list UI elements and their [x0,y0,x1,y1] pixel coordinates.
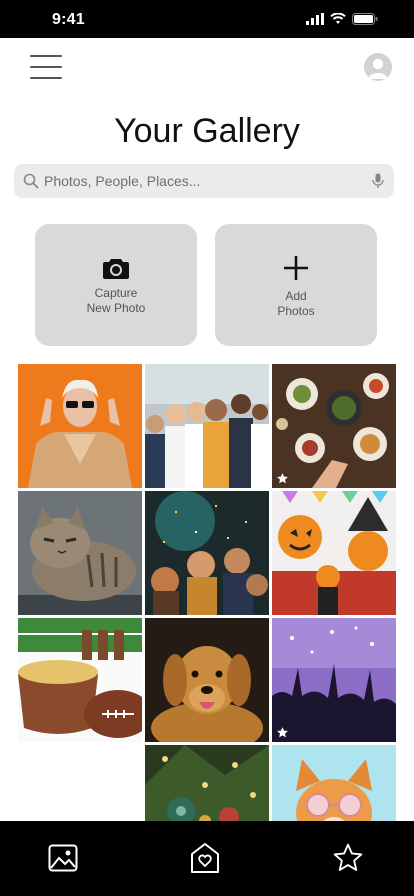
photo-tile[interactable] [18,364,142,488]
favorite-star-icon [277,727,288,738]
wifi-icon [330,13,346,24]
tab-home[interactable] [188,841,222,875]
microphone-icon[interactable] [372,173,384,189]
photo-tile[interactable] [145,491,269,615]
photo-tile[interactable] [18,491,142,615]
status-icons [306,13,378,25]
search-input[interactable] [44,164,364,198]
tab-bar [0,821,414,896]
camera-icon [103,259,129,279]
menu-line [30,77,62,79]
tab-gallery[interactable] [46,841,80,875]
photo-concert-crowd [272,618,396,742]
photo-dinner-table [272,364,396,488]
status-bar: 9:41 [0,0,414,38]
search-icon [23,173,39,189]
photo-tile[interactable] [18,618,142,742]
photo-woman-sunglasses [18,364,142,488]
photo-halloween-pumpkins [272,491,396,615]
profile-avatar[interactable] [364,53,392,81]
capture-label-line2: New Photo [86,301,146,315]
photo-football-snacks [18,618,142,742]
photo-tile[interactable] [145,364,269,488]
photo-tile[interactable] [145,618,269,742]
photo-group-friends [145,364,269,488]
menu-line [30,66,62,68]
add-label-line1: Add [285,289,307,303]
page-title: Your Gallery [114,112,300,150]
plus-icon [284,256,308,280]
photo-tabby-cat [18,491,142,615]
gallery-icon [48,844,78,872]
battery-icon [352,13,378,25]
photo-golden-retriever [145,618,269,742]
tab-favorites[interactable] [331,841,365,875]
photo-tile[interactable] [272,491,396,615]
gallery-screen: 9:41 Your Gallery Photos, People, Places… [0,0,414,896]
user-icon [368,58,388,79]
capture-label-line1: Capture [94,286,138,300]
status-time: 9:41 [52,11,85,28]
home-heart-icon [191,843,219,873]
favorite-star-icon [277,473,288,484]
photo-tile[interactable] [272,364,396,488]
search-bar [14,164,394,198]
capture-photo-button[interactable]: Capture New Photo [35,224,197,346]
signal-icon [306,13,324,25]
add-label-line2: Photos [277,304,315,318]
menu-line [30,55,62,57]
menu-button[interactable] [30,55,62,79]
photo-tile[interactable] [272,618,396,742]
star-icon [333,843,363,871]
photo-party-crowd [145,491,269,615]
add-photos-button[interactable]: Add Photos [215,224,377,346]
